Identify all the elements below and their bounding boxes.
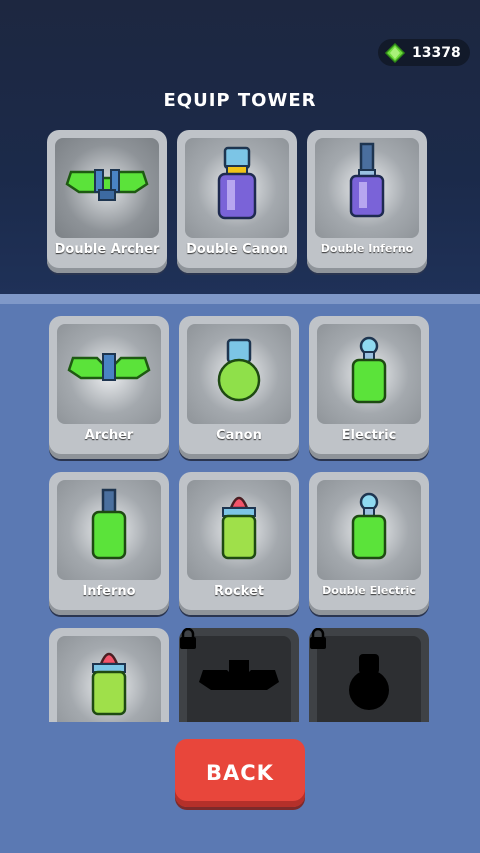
tower-card-canon[interactable]: Canon [179, 316, 299, 459]
panel-divider [0, 294, 480, 304]
equipped-slot-label: Double Canon [186, 242, 288, 257]
tower-card-electric[interactable]: Electric [309, 316, 429, 459]
page-title: EQUIP TOWER [163, 90, 317, 111]
lock-icon [180, 628, 196, 649]
rocket-tower-icon [91, 652, 127, 716]
tower-card-rocket-2[interactable] [49, 628, 169, 722]
lock-icon [310, 628, 326, 649]
archer-tower-icon [67, 353, 151, 381]
equipped-slot-double-inferno[interactable]: Double Inferno [307, 130, 427, 273]
equipped-slot-label: Double Archer [54, 242, 160, 257]
double-canon-tower-icon [217, 146, 257, 220]
currency-counter: 13378 [378, 39, 470, 66]
equipped-slot-label: Double Inferno [320, 242, 414, 255]
electric-tower-icon [351, 336, 387, 404]
locked-tower-silhouette-icon [349, 654, 389, 710]
canon-tower-icon [217, 338, 261, 402]
tower-card-double-electric[interactable]: Double Electric [309, 472, 429, 615]
equipped-slot-double-archer[interactable]: Double Archer [47, 130, 167, 273]
tower-card-locked-1[interactable] [179, 628, 299, 722]
tower-card-locked-2[interactable] [309, 628, 429, 722]
tower-card-archer[interactable]: Archer [49, 316, 169, 459]
double-electric-tower-icon [351, 492, 387, 560]
tower-label: Canon [216, 428, 262, 443]
locked-tower-silhouette-icon [199, 660, 279, 690]
tower-grid: Archer Canon Electric Inferno Rocket Dou… [0, 304, 480, 722]
tower-label: Rocket [214, 584, 264, 599]
back-button[interactable]: BACK [175, 739, 305, 807]
inferno-tower-icon [91, 488, 127, 560]
currency-amount: 13378 [412, 44, 461, 61]
tower-card-rocket[interactable]: Rocket [179, 472, 299, 615]
double-archer-tower-icon [65, 169, 149, 201]
tower-label: Double Electric [322, 584, 416, 597]
equipped-slot-double-canon[interactable]: Double Canon [177, 130, 297, 273]
tower-label: Electric [341, 428, 397, 443]
tower-card-inferno[interactable]: Inferno [49, 472, 169, 615]
double-inferno-tower-icon [349, 142, 385, 218]
tower-label: Archer [84, 428, 134, 443]
rocket-tower-icon [221, 496, 257, 560]
green-gem-icon [384, 42, 406, 63]
tower-label: Inferno [82, 584, 136, 599]
